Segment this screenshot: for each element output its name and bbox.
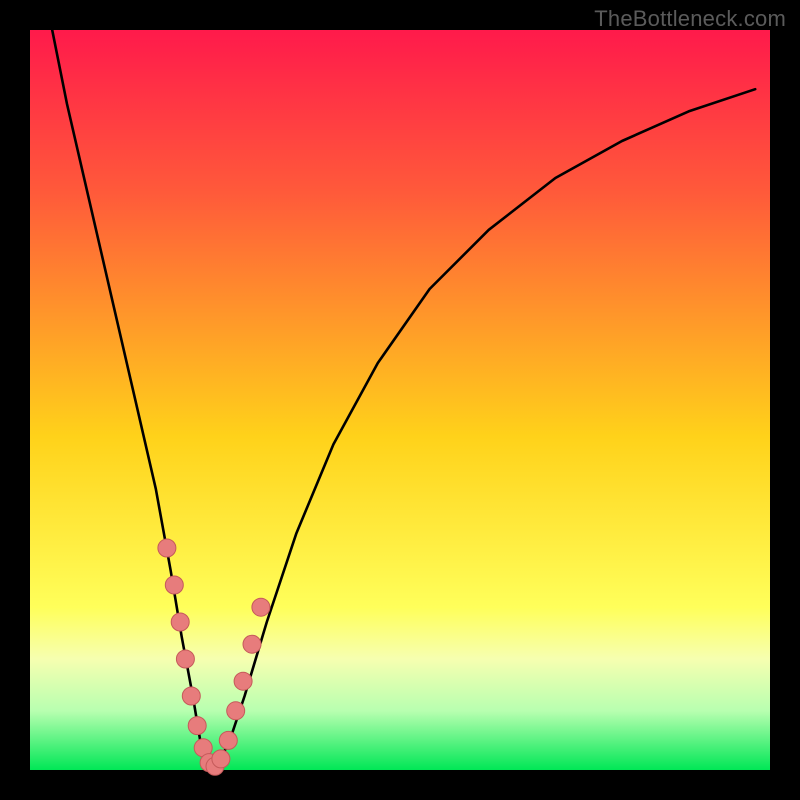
chart-svg (0, 0, 800, 800)
data-marker (171, 613, 189, 631)
data-marker (182, 687, 200, 705)
chart-frame: TheBottleneck.com (0, 0, 800, 800)
data-marker (234, 672, 252, 690)
data-marker (158, 539, 176, 557)
data-marker (212, 750, 230, 768)
data-marker (188, 717, 206, 735)
data-marker (219, 731, 237, 749)
data-marker (243, 635, 261, 653)
data-marker (227, 702, 245, 720)
data-marker (176, 650, 194, 668)
data-marker (252, 598, 270, 616)
data-marker (165, 576, 183, 594)
bottleneck-curve (52, 30, 755, 766)
